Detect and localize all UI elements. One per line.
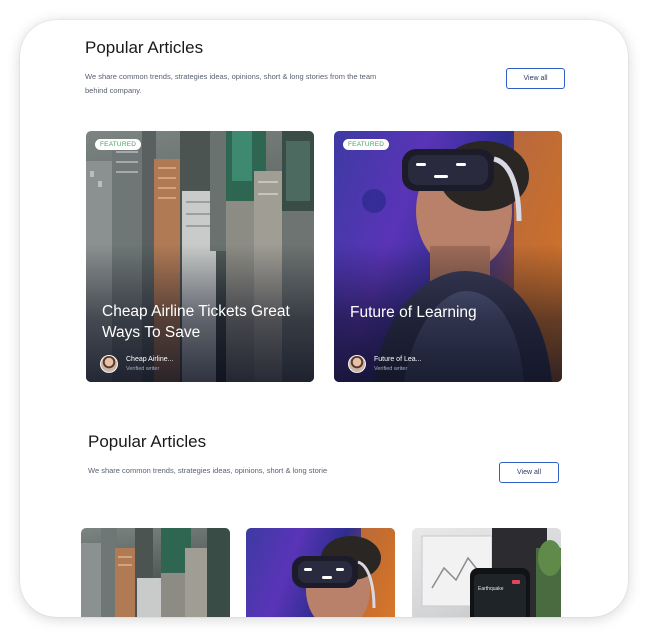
view-all-button[interactable]: View all (499, 462, 559, 483)
author-role: Verified writer (374, 366, 408, 372)
section-subtitle: We share common trends, strategies ideas… (85, 72, 377, 95)
featured-badge: FEATURED (95, 139, 142, 150)
article-card-learning[interactable]: FEATURED Future of Learning Future of Le… (334, 131, 562, 382)
section-title: Popular Articles (85, 38, 204, 57)
featured-badge: FEATURED (343, 139, 390, 150)
author-name: Cheap Airline... (126, 356, 174, 363)
page-frame: Popular Articles We share common trends,… (20, 20, 628, 617)
view-all-button[interactable]: View all (506, 68, 565, 89)
article-card[interactable] (246, 528, 395, 617)
card-title[interactable]: Cheap Airline Tickets Great Ways To Save (102, 301, 312, 343)
avatar (348, 355, 366, 373)
article-card-airline[interactable]: FEATURED Cheap Airline Tickets Great Way… (86, 131, 314, 382)
section-title: Popular Articles (88, 432, 207, 451)
author-role: Verified writer (126, 366, 160, 372)
vr-photo (292, 528, 395, 617)
phone-screen-title: Earthquake (478, 586, 504, 592)
phone-photo (421, 528, 561, 617)
article-card[interactable] (81, 528, 230, 617)
section-subtitle: We share common trends, strategies ideas… (88, 466, 328, 475)
card-title[interactable]: Future of Learning (350, 302, 560, 323)
author-name: Future of Lea... (374, 356, 422, 363)
card-author: Cheap Airline... Verified writer (100, 355, 173, 373)
city-photo (81, 528, 230, 617)
card-author: Future of Lea... Verified writer (348, 355, 421, 373)
avatar (100, 355, 118, 373)
article-card[interactable]: Earthquake (412, 528, 561, 617)
